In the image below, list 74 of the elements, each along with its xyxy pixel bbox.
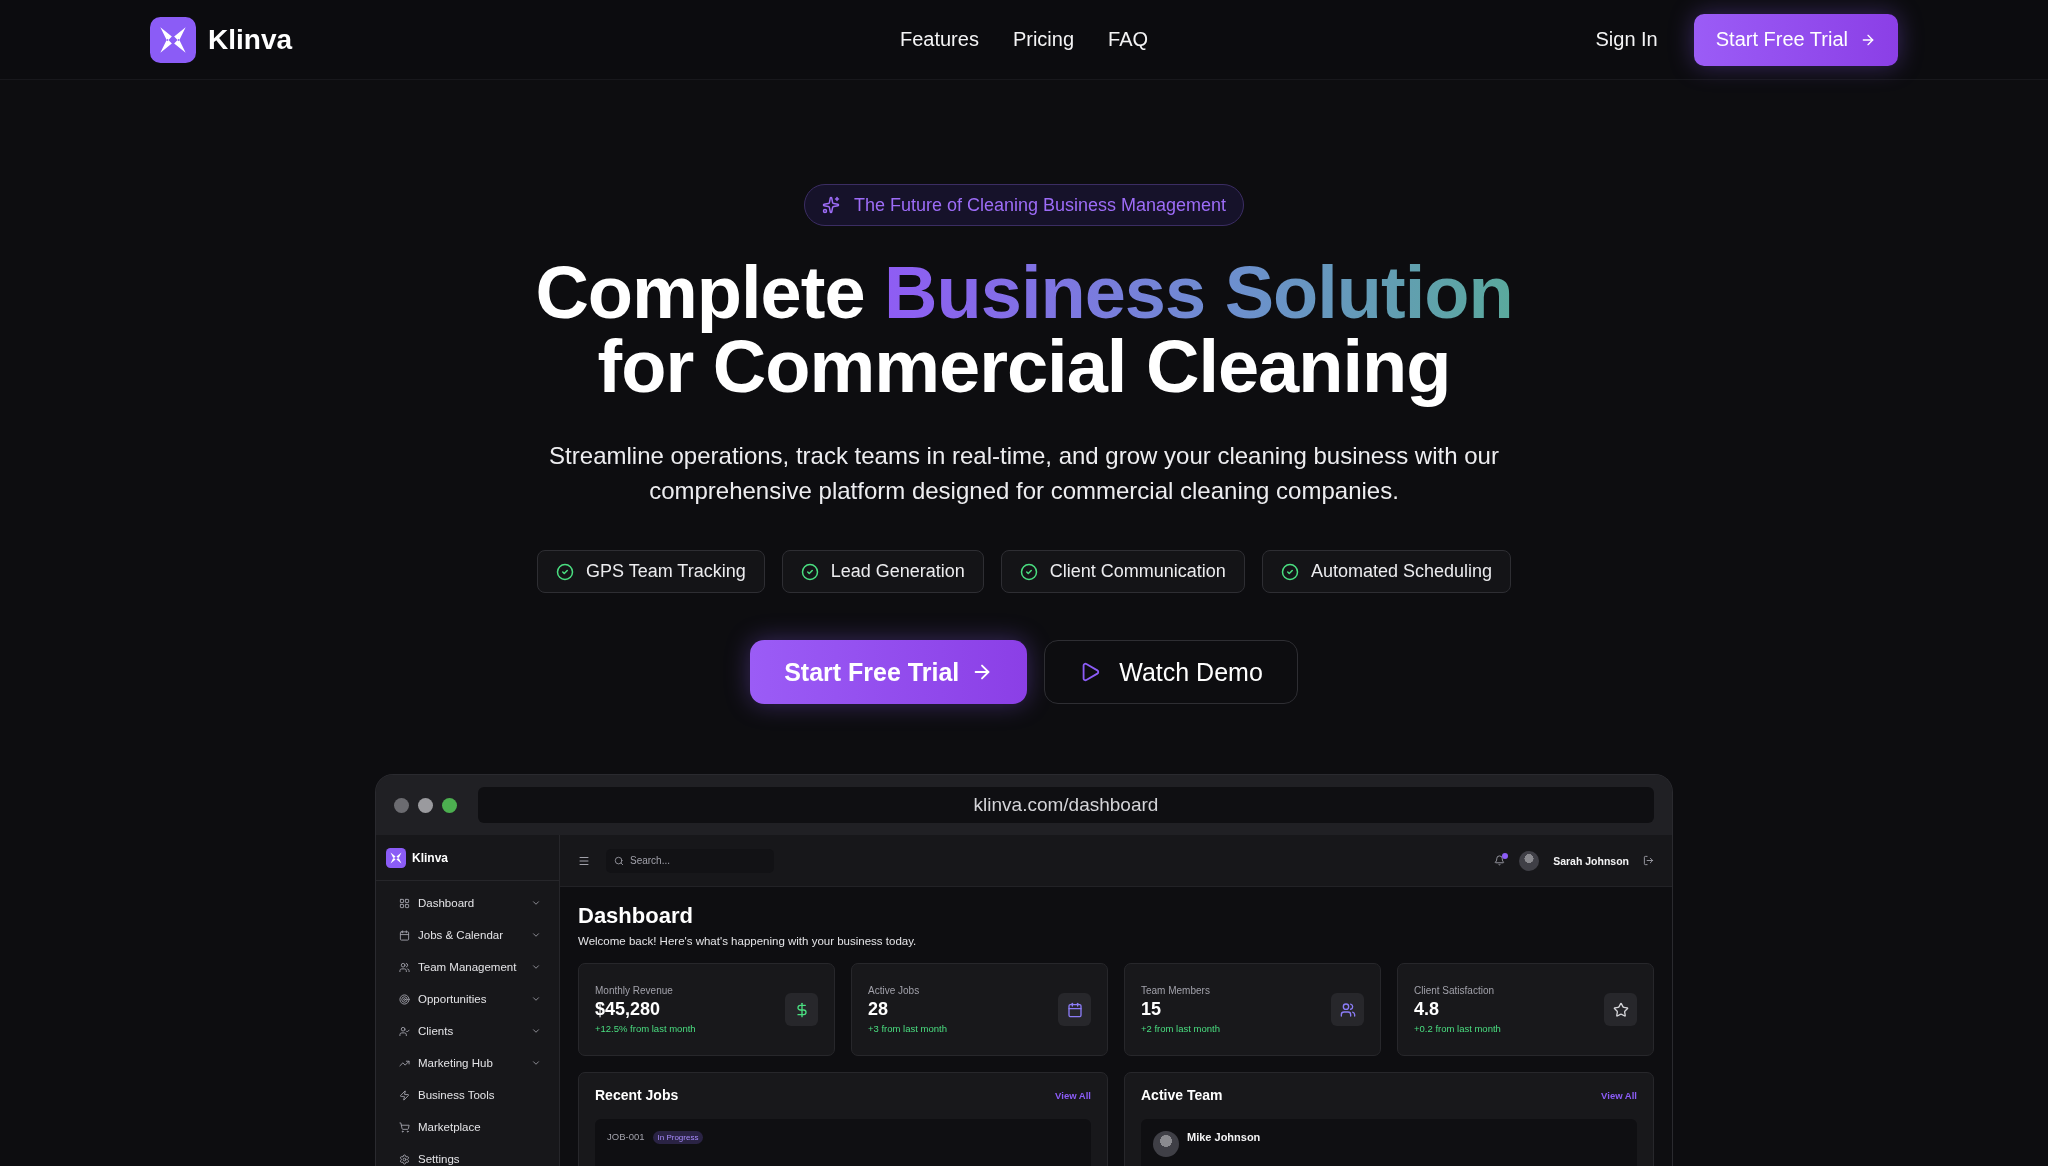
url-bar: klinva.com/dashboard — [478, 787, 1654, 823]
settings-icon — [399, 1153, 410, 1165]
sidebar-item[interactable]: Settings — [384, 1147, 551, 1166]
watch-demo-button[interactable]: Watch Demo — [1044, 640, 1298, 704]
sidebar-item[interactable]: Team Management — [384, 955, 551, 979]
bell-icon[interactable] — [1494, 855, 1506, 866]
view-all-link[interactable]: View All — [1601, 1089, 1637, 1101]
sparkle-icon — [821, 196, 840, 214]
window-dot[interactable] — [394, 797, 409, 813]
nav-link[interactable]: FAQ — [1108, 28, 1149, 51]
sidebar-item[interactable]: Business Tools — [384, 1083, 551, 1107]
stat-change: +2 from last month — [1141, 1023, 1221, 1034]
check-icon — [1019, 562, 1038, 581]
welcome-text: Welcome back! Here's what's happening with your business today. — [578, 935, 918, 947]
stat-label: Client Satisfaction — [1414, 985, 1496, 996]
stat-value: 15 — [1141, 999, 1163, 1020]
job-row[interactable]: JOB-001 In Progress — [595, 1119, 1091, 1166]
stat-label: Monthly Revenue — [595, 985, 674, 996]
user-name: Sarah Johnson — [1553, 854, 1629, 867]
sidebar-item[interactable]: Marketing Hub — [384, 1051, 551, 1075]
user-avatar[interactable] — [1519, 850, 1540, 871]
status-badge: In Progress — [652, 1131, 704, 1144]
nav-link[interactable]: Pricing — [1012, 28, 1075, 51]
job-id: JOB-001 — [607, 1131, 645, 1142]
user-check-icon — [399, 1025, 410, 1037]
logo-icon — [386, 847, 406, 868]
lightning-icon — [399, 1089, 410, 1101]
hero-subtitle: Streamline operations, track teams in real-time, and grow your cleaning business with our comprehensive platform designed for commercial cleaning companies. — [548, 441, 1500, 506]
feature-chip: GPS Team Tracking — [536, 550, 765, 593]
panel-title: Recent Jobs — [595, 1087, 679, 1103]
stat-value: 28 — [868, 999, 890, 1020]
check-icon — [800, 562, 819, 581]
panel-title: Active Team — [1141, 1087, 1223, 1103]
calendar-icon — [399, 929, 410, 941]
hero-badge: The Future of Cleaning Business Management — [803, 184, 1245, 226]
page-title: Dashboard — [578, 903, 694, 929]
sidebar-item[interactable]: Dashboard — [384, 891, 551, 915]
logo-icon — [150, 16, 196, 63]
stat-label: Team Members — [1141, 985, 1211, 996]
brand-name[interactable]: Klinva — [208, 23, 293, 56]
feature-chip: Lead Generation — [781, 550, 984, 593]
grid-icon — [399, 897, 410, 909]
member-name: Mike Johnson — [1187, 1131, 1261, 1143]
window-dot[interactable] — [418, 797, 433, 813]
member-avatar — [1153, 1131, 1179, 1157]
stat-change: +12.5% from last month — [595, 1023, 697, 1034]
sidebar-item[interactable]: Jobs & Calendar — [384, 923, 551, 947]
stat-value: $45,280 — [595, 999, 662, 1020]
team-row[interactable]: Mike Johnson — [1141, 1119, 1637, 1166]
stat-label: Active Jobs — [868, 985, 921, 996]
stat-change: +0.2 from last month — [1414, 1023, 1502, 1034]
users-icon — [399, 961, 410, 973]
start-trial-button[interactable]: Start Free Trial — [1693, 13, 1898, 66]
sign-in-link[interactable]: Sign In — [1595, 28, 1658, 51]
brand-name: Klinva — [412, 850, 448, 865]
view-all-link[interactable]: View All — [1055, 1089, 1091, 1101]
target-icon — [399, 993, 410, 1005]
sidebar-item[interactable]: Clients — [384, 1019, 551, 1043]
cart-icon — [399, 1121, 410, 1133]
sidebar-item[interactable]: Marketplace — [384, 1115, 551, 1139]
feature-chip: Automated Scheduling — [1261, 550, 1511, 593]
menu-icon[interactable] — [578, 854, 590, 867]
logout-icon[interactable] — [1643, 855, 1654, 866]
check-icon — [555, 562, 574, 581]
nav-link[interactable]: Features — [899, 28, 979, 51]
search-field[interactable]: Search... — [606, 848, 774, 873]
window-dot[interactable] — [442, 797, 457, 813]
sidebar-item[interactable]: Opportunities — [384, 987, 551, 1011]
search-icon — [614, 855, 624, 866]
feature-chip: Client Communication — [1000, 550, 1245, 593]
start-trial-button[interactable]: Start Free Trial — [750, 640, 1028, 704]
check-icon — [1280, 562, 1299, 581]
stat-value: 4.8 — [1414, 999, 1441, 1020]
stat-change: +3 from last month — [868, 1023, 948, 1034]
